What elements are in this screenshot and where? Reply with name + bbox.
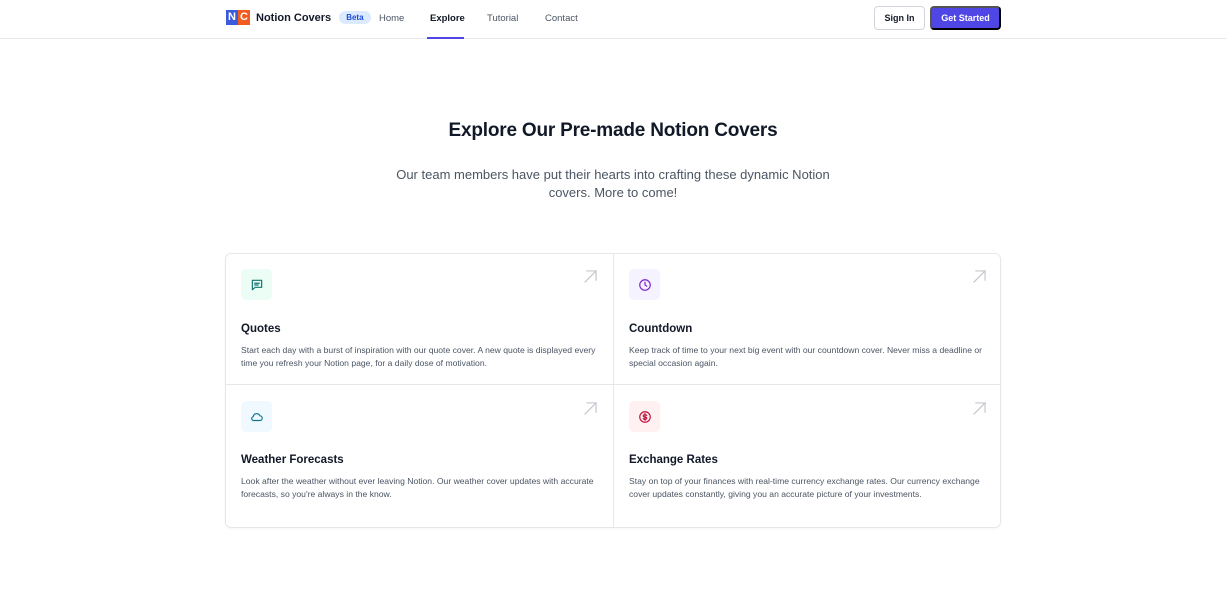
card-description: Keep track of time to your next big even… bbox=[629, 345, 983, 368]
covers-grid: Quotes Start each day with a burst of in… bbox=[225, 253, 1001, 528]
page-subtitle: Our team members have put their hearts i… bbox=[396, 167, 830, 200]
active-nav-indicator bbox=[427, 37, 464, 39]
card-title: Exchange Rates bbox=[629, 454, 718, 466]
top-navbar: N C Notion Covers Beta Home Explore Tuto… bbox=[0, 0, 1226, 39]
sign-in-button[interactable]: Sign In bbox=[874, 6, 925, 30]
card-description: Stay on top of your finances with real-t… bbox=[629, 476, 980, 499]
dollar-circle-icon bbox=[629, 401, 660, 432]
card-quotes[interactable]: Quotes Start each day with a burst of in… bbox=[226, 254, 614, 385]
nav-link-contact[interactable]: Contact bbox=[545, 13, 578, 24]
clock-icon bbox=[629, 269, 660, 300]
notion-covers-logo: N C bbox=[226, 10, 250, 25]
logo-letter-n: N bbox=[226, 10, 238, 25]
nav-link-explore[interactable]: Explore bbox=[430, 13, 465, 24]
logo-letter-c: C bbox=[238, 10, 250, 25]
get-started-button[interactable]: Get Started bbox=[930, 6, 1001, 30]
chat-bubble-icon bbox=[241, 269, 272, 300]
card-description: Look after the weather without ever leav… bbox=[241, 476, 594, 499]
nav-link-home[interactable]: Home bbox=[379, 13, 404, 24]
arrow-up-right-icon[interactable] bbox=[973, 402, 986, 415]
brand-logo-link[interactable]: N C Notion Covers Beta bbox=[226, 10, 371, 25]
card-weather-forecasts[interactable]: Weather Forecasts Look after the weather… bbox=[226, 385, 614, 527]
page-title: Explore Our Pre-made Notion Covers bbox=[448, 120, 778, 141]
card-title: Quotes bbox=[241, 323, 281, 335]
arrow-up-right-icon[interactable] bbox=[584, 270, 597, 283]
cloud-icon bbox=[241, 401, 272, 432]
card-title: Countdown bbox=[629, 323, 693, 335]
arrow-up-right-icon[interactable] bbox=[973, 270, 986, 283]
card-title: Weather Forecasts bbox=[241, 454, 344, 466]
card-description: Start each day with a burst of inspirati… bbox=[241, 345, 596, 368]
beta-badge: Beta bbox=[339, 11, 371, 24]
nav-link-tutorial[interactable]: Tutorial bbox=[487, 13, 518, 24]
card-exchange-rates[interactable]: Exchange Rates Stay on top of your finan… bbox=[614, 385, 1000, 527]
card-countdown[interactable]: Countdown Keep track of time to your nex… bbox=[614, 254, 1000, 385]
brand-name: Notion Covers bbox=[256, 11, 332, 24]
arrow-up-right-icon[interactable] bbox=[584, 402, 597, 415]
